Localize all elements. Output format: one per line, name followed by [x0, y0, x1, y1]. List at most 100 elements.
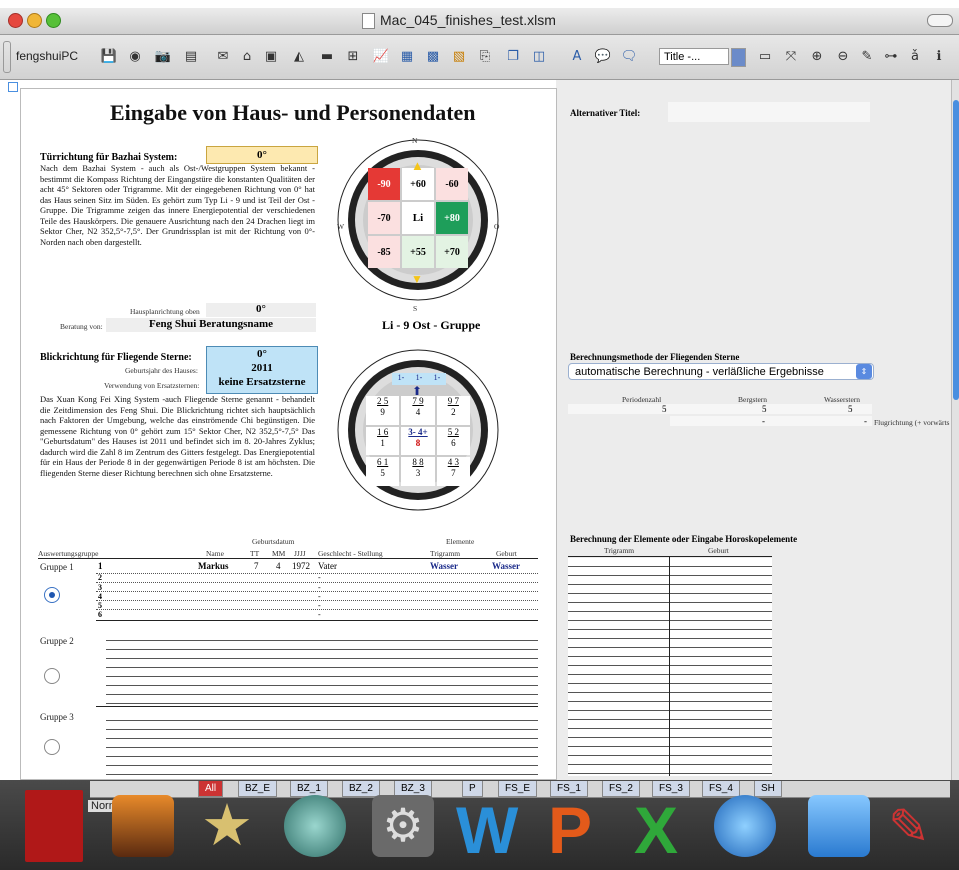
- close-window-button[interactable]: [8, 13, 23, 28]
- table-row[interactable]: 4-: [96, 591, 538, 601]
- compass-w-label: W: [337, 222, 345, 231]
- toolbar-toggle-button[interactable]: [927, 14, 953, 27]
- water-direction[interactable]: -: [864, 416, 867, 426]
- house-year-input[interactable]: 2011: [207, 361, 317, 375]
- toolbar-app-name[interactable]: fengshuiPC: [16, 49, 78, 63]
- photo-app-icon[interactable]: [112, 795, 174, 857]
- home-icon[interactable]: ⌂: [238, 47, 256, 65]
- table-row[interactable]: 6-: [96, 609, 538, 619]
- row-mm[interactable]: 4: [276, 561, 281, 571]
- page-title: Eingabe von Haus- und Personendaten: [110, 100, 476, 125]
- group2-radio[interactable]: [44, 668, 60, 684]
- toolbar: fengshuiPC 💾 ◉ 📷 ▤ ✉ ⌂ ▣ ◭ ▬ ⊞ 📈 ▦ ▩ ▧ ⎘…: [0, 35, 959, 80]
- door-text: Nach dem Bazhai System - auch als Ost-/W…: [40, 163, 315, 247]
- tab-fs-4[interactable]: FS_4: [702, 781, 740, 797]
- chat-icon[interactable]: 🗨: [620, 47, 638, 65]
- eraser-icon[interactable]: ◭: [290, 47, 308, 65]
- chart-icon[interactable]: 📈: [372, 47, 390, 65]
- minimize-window-button[interactable]: [27, 13, 42, 28]
- text-box-icon[interactable]: A: [568, 47, 586, 65]
- toolbar-handle[interactable]: [3, 41, 11, 73]
- table-row[interactable]: 5-: [96, 600, 538, 610]
- rectangle-icon[interactable]: ▬: [318, 47, 336, 65]
- fs-cell-bottom: 2: [451, 407, 456, 417]
- print-icon[interactable]: ▤: [182, 47, 200, 65]
- spell-icon[interactable]: ǎ: [906, 47, 924, 65]
- alt-title-input[interactable]: [668, 102, 870, 122]
- export-icon[interactable]: ⎘: [476, 47, 494, 65]
- save-icon[interactable]: 💾: [100, 47, 118, 65]
- consult-input[interactable]: Feng Shui Beratungsname: [106, 318, 316, 332]
- method-select[interactable]: automatische Berechnung - verläßliche Er…: [568, 363, 874, 380]
- row-name[interactable]: Markus: [198, 561, 229, 571]
- scrollbar-thumb[interactable]: [953, 100, 959, 400]
- row-gender[interactable]: Vater: [318, 561, 337, 571]
- time-machine-icon[interactable]: [284, 795, 346, 857]
- vertical-scrollbar[interactable]: [951, 80, 959, 780]
- zoom-out-icon[interactable]: ⊖: [834, 47, 852, 65]
- select-arrows-icon[interactable]: ⇕: [856, 364, 872, 379]
- group2-label: Gruppe 2: [40, 636, 74, 646]
- tab-sh[interactable]: SH: [754, 781, 782, 797]
- speech-bubble-icon[interactable]: ▭: [756, 47, 774, 65]
- table-row[interactable]: 3-: [96, 582, 538, 592]
- windows-app-icon[interactable]: [808, 795, 870, 857]
- window-title: Mac_045_finishes_test.xlsm: [380, 12, 556, 28]
- fs-cell-top: 1 6: [377, 426, 389, 437]
- system-preferences-icon[interactable]: ⚙: [372, 795, 434, 857]
- view-direction-input[interactable]: 0°: [207, 347, 317, 361]
- water-value[interactable]: 5: [848, 404, 853, 414]
- imovie-star-icon[interactable]: ★: [196, 795, 258, 857]
- fullscreen-icon[interactable]: ⤧: [782, 47, 800, 65]
- mountain-value[interactable]: 5: [762, 404, 767, 414]
- group1-radio[interactable]: [44, 587, 60, 603]
- elements-rows[interactable]: [568, 558, 772, 776]
- trigram-header: Trigramm: [430, 549, 461, 558]
- layers-icon[interactable]: ◫: [530, 47, 548, 65]
- color-wheel-icon[interactable]: ◉: [126, 47, 144, 65]
- frame-icon[interactable]: ▣: [262, 47, 280, 65]
- fs-cell: 3- 4+ 8: [401, 426, 435, 456]
- row-jjjj[interactable]: 1972: [292, 561, 310, 571]
- row-tt[interactable]: 7: [254, 561, 259, 571]
- group3-rows[interactable]: [106, 712, 538, 778]
- table2-icon[interactable]: ▩: [424, 47, 442, 65]
- info-icon[interactable]: ℹ: [930, 47, 948, 65]
- comment-icon[interactable]: 💬: [594, 47, 612, 65]
- flight-direction-note: Flugrichtung (+ vorwärts: [874, 418, 950, 427]
- group3-radio[interactable]: [44, 739, 60, 755]
- globe-download-icon[interactable]: [714, 795, 776, 857]
- tab-bz-2[interactable]: BZ_2: [342, 781, 380, 797]
- plan-direction-value[interactable]: 0°: [206, 303, 316, 317]
- elem-birth-header: Geburt: [708, 546, 729, 555]
- cell-anchor[interactable]: [8, 82, 18, 92]
- theater-app-icon[interactable]: [25, 790, 83, 862]
- camera-icon[interactable]: 📷: [154, 47, 172, 65]
- grid-icon[interactable]: ⊞: [344, 47, 362, 65]
- powerpoint-icon[interactable]: P: [548, 792, 592, 868]
- zoom-in-icon[interactable]: ⊕: [808, 47, 826, 65]
- door-direction-input[interactable]: 0°: [206, 146, 318, 164]
- mail-icon[interactable]: ✉: [214, 47, 232, 65]
- excel-icon[interactable]: X: [634, 792, 678, 868]
- period-value[interactable]: 5: [662, 404, 667, 414]
- table-icon[interactable]: ▦: [398, 47, 416, 65]
- tree-icon[interactable]: ⊶: [882, 47, 900, 65]
- word-icon[interactable]: W: [456, 792, 518, 868]
- edit-icon[interactable]: ✎: [858, 47, 876, 65]
- gender-header: Geschlecht - Stellung: [318, 549, 383, 558]
- substitute-stars-select[interactable]: keine Ersatzsterne: [207, 375, 317, 389]
- group2-rows[interactable]: [106, 632, 538, 704]
- image-icon[interactable]: ▧: [450, 47, 468, 65]
- year-label: Geburtsjahr des Hauses:: [125, 366, 198, 375]
- zoom-window-button[interactable]: [46, 13, 61, 28]
- style-select[interactable]: Title -...: [659, 48, 729, 65]
- mountain-direction[interactable]: -: [762, 416, 765, 426]
- pencil-icon[interactable]: ✎: [888, 798, 930, 856]
- name-header: Name: [206, 549, 224, 558]
- copy-icon[interactable]: ❐: [504, 47, 522, 65]
- chevron-down-icon[interactable]: [731, 48, 746, 67]
- fs-cell: 7 94: [401, 396, 435, 425]
- row-no: 6: [98, 610, 102, 619]
- fs-cell-bottom: 9: [380, 407, 385, 417]
